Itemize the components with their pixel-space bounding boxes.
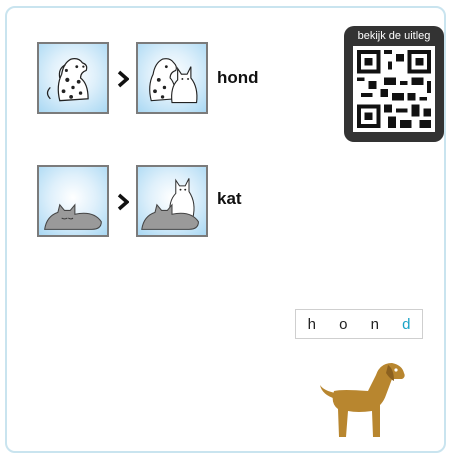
letter: n xyxy=(370,315,379,333)
letter: h xyxy=(307,315,316,333)
qr-label: bekijk de uitleg xyxy=(357,30,431,42)
spelling-boxes: h o n d xyxy=(295,309,423,339)
word-label: hond xyxy=(217,68,259,87)
brown-dog-icon xyxy=(318,355,410,440)
sleeping-cat-and-white-cat-icon xyxy=(136,165,208,237)
dog-and-cat-icon xyxy=(136,42,208,114)
sleeping-cat-icon xyxy=(37,165,109,237)
letter: o xyxy=(339,315,348,333)
chevron-right-icon xyxy=(117,193,130,211)
chevron-right-icon xyxy=(117,70,130,88)
qr-code-icon xyxy=(353,46,435,132)
qr-code-panel[interactable]: bekijk de uitleg xyxy=(344,26,444,142)
dalmatian-dog-icon xyxy=(37,42,109,114)
letter-highlighted: d xyxy=(402,315,411,333)
word-label: kat xyxy=(217,189,242,208)
